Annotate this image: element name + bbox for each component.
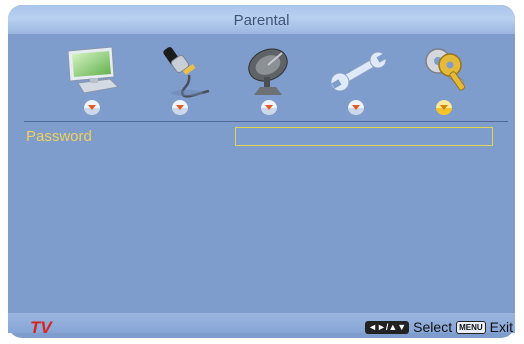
marker-channel <box>260 99 278 115</box>
password-label: Password <box>26 128 92 145</box>
wrench-icon[interactable] <box>327 43 391 99</box>
marker-monitor <box>83 99 101 115</box>
monitor-icon[interactable] <box>60 43 124 99</box>
satellite-dish-icon[interactable] <box>238 43 302 99</box>
tv-logo: TV <box>30 318 52 337</box>
marker-audio <box>171 99 189 115</box>
audio-plug-icon[interactable] <box>153 43 217 99</box>
nav-arrows-key-icon: ◄►/▲▼ <box>365 320 410 334</box>
menu-key-icon: MENU <box>456 320 486 334</box>
menu-title: Parental <box>8 5 515 34</box>
category-marker-row <box>8 99 515 115</box>
exit-hint-label: Exit <box>489 319 513 335</box>
marker-parental-selected <box>435 99 453 115</box>
category-icon-row <box>8 43 515 99</box>
key-icon[interactable] <box>414 43 478 99</box>
menu-divider <box>24 121 508 122</box>
footer-hint: ◄►/▲▼ Select MENU Exit <box>365 319 513 335</box>
osd-menu-panel: Parental <box>8 5 515 338</box>
marker-setup <box>347 99 365 115</box>
password-field[interactable] <box>235 127 493 146</box>
select-hint-label: Select <box>413 319 453 335</box>
